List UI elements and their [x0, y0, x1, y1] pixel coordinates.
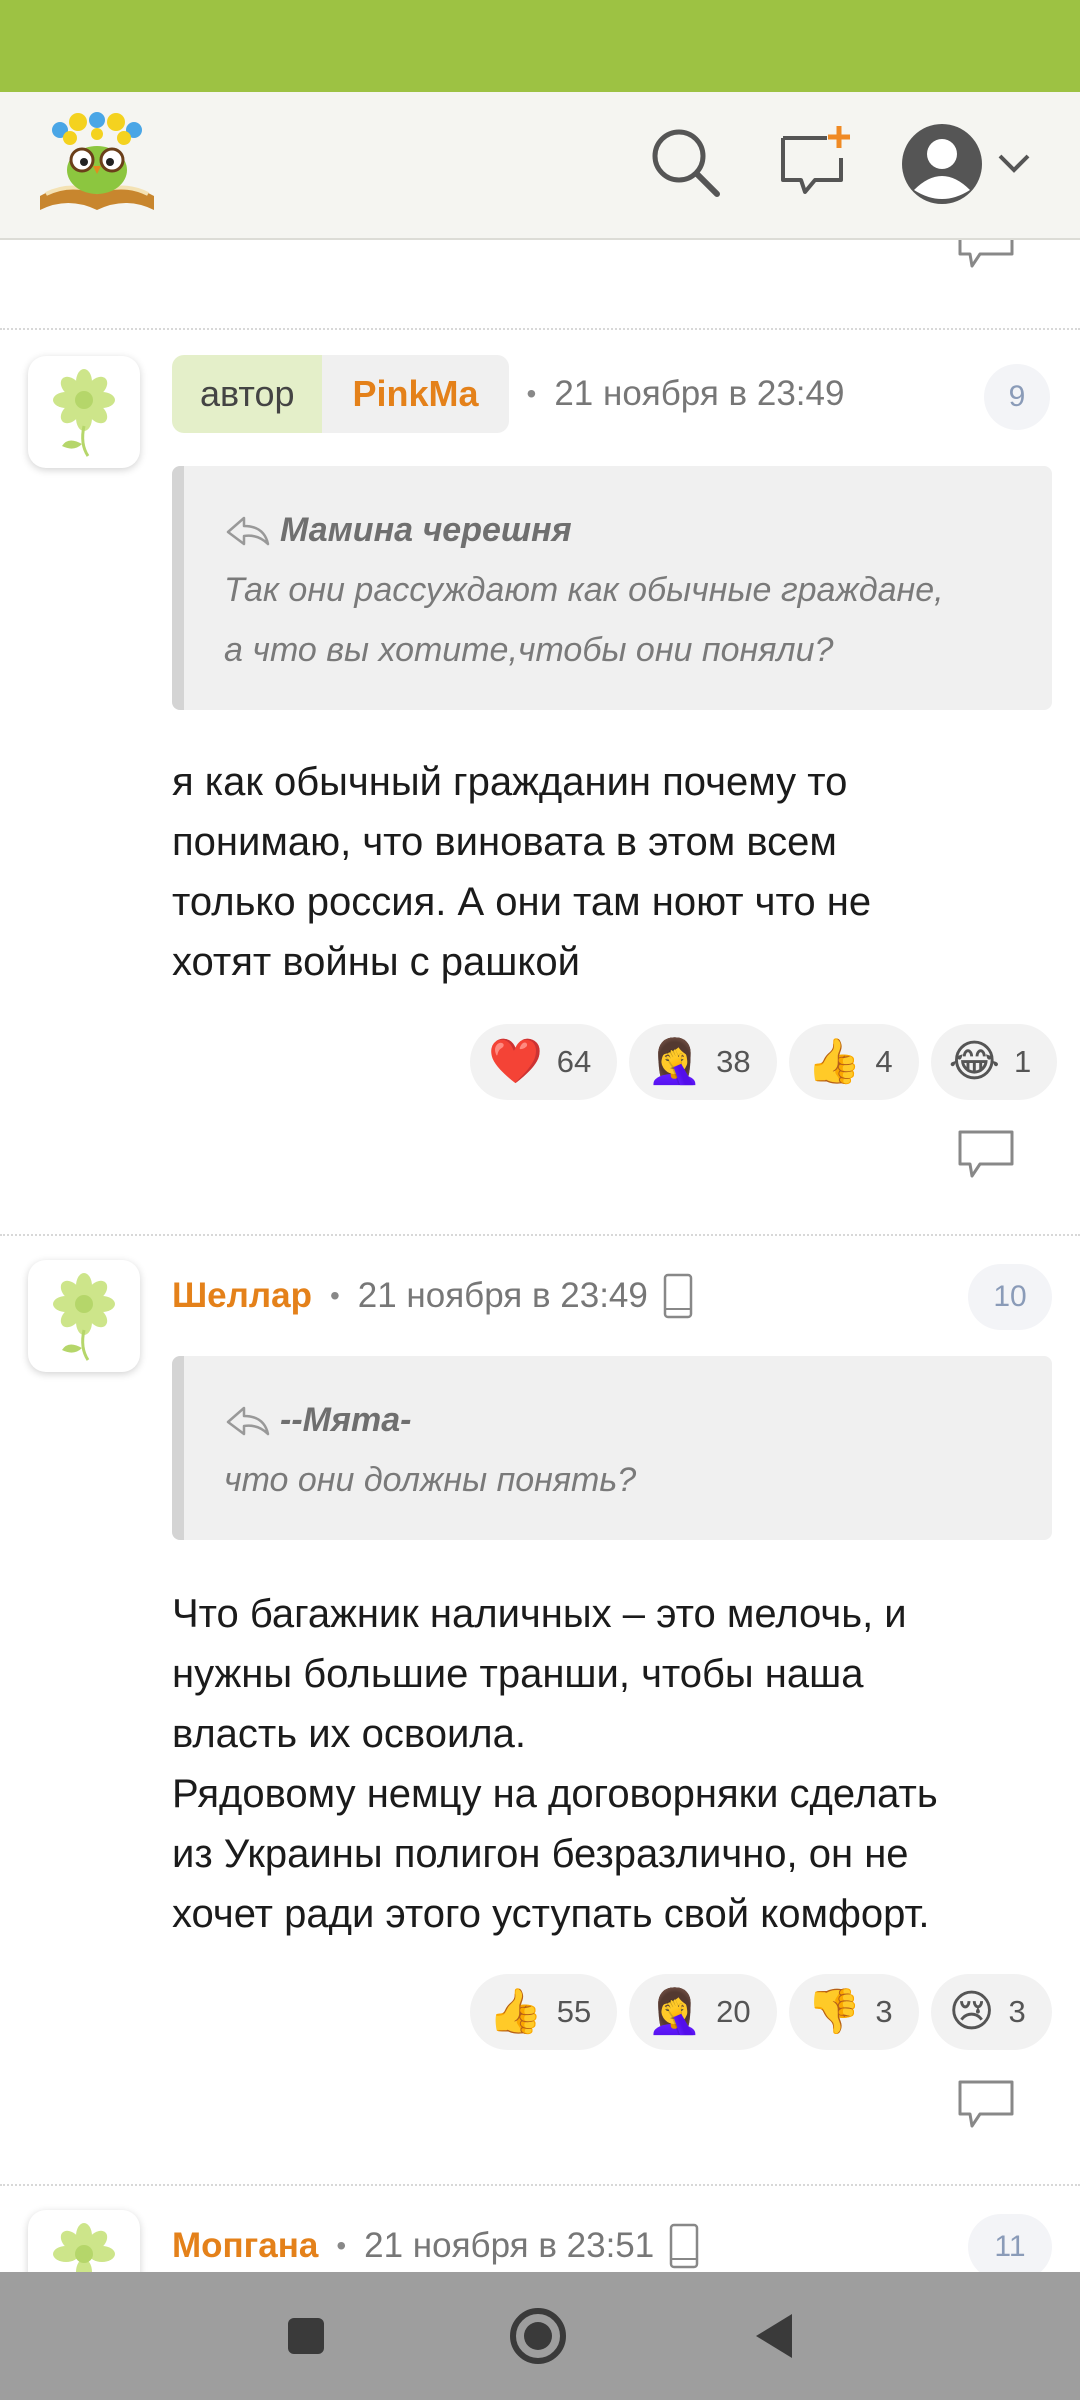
- comment-divider: [0, 2184, 1080, 2186]
- profile-avatar-icon: [902, 124, 982, 204]
- app-header: [0, 92, 1080, 240]
- comment-time: 21 ноября в 23:49: [554, 374, 845, 413]
- comment-line: из Украины полигон безразлично, он не: [172, 1832, 909, 1876]
- reaction-count: 1: [1014, 1044, 1032, 1079]
- reaction-thumbs-down[interactable]: 👎 3: [788, 1974, 919, 2050]
- back-triangle-icon[interactable]: [736, 2298, 812, 2374]
- home-circle-icon[interactable]: [500, 2298, 576, 2374]
- reaction-count: 20: [716, 1994, 751, 2029]
- user-avatar[interactable]: [28, 2210, 140, 2272]
- profile-menu-button[interactable]: [898, 116, 1078, 212]
- separator-dot: •: [336, 2230, 347, 2261]
- crying-emoji-icon: 😢: [948, 1987, 995, 2036]
- separator-dot: •: [526, 378, 537, 409]
- quote-block: --Мята- что они должны понять?: [172, 1356, 1052, 1540]
- username[interactable]: PinkMa: [322, 355, 509, 433]
- comment-divider: [0, 328, 1080, 330]
- reply-arrow-icon: [226, 516, 270, 546]
- mobile-device-icon: [670, 2223, 699, 2269]
- user-avatar[interactable]: [28, 356, 140, 468]
- heart-emoji-icon: ❤️: [488, 1037, 543, 1086]
- quote-author[interactable]: Мамина черешня: [280, 500, 572, 560]
- reply-icon[interactable]: [956, 240, 1016, 274]
- reactions-bar: ❤️ 64 🤦‍♀️ 38 👍 4 😂 1: [470, 1024, 1058, 1100]
- quote-line: что они должны понять?: [224, 1461, 637, 1499]
- reaction-heart[interactable]: ❤️ 64: [470, 1024, 618, 1100]
- quote-block: Мамина черешня Так они рассуждают как об…: [172, 466, 1052, 710]
- comment-meta: Шеллар • 21 ноября в 23:49: [172, 1258, 694, 1334]
- reaction-count: 55: [556, 1994, 592, 2029]
- search-icon[interactable]: [645, 122, 725, 202]
- quote-author-row: Мамина черешня: [224, 500, 1012, 560]
- mobile-device-icon: [663, 1273, 693, 1319]
- separator-dot: •: [329, 1280, 340, 1311]
- comment-line: только россия. А они там ноют что не: [172, 880, 872, 924]
- author-badge-label: автор: [172, 355, 323, 433]
- facepalm-emoji-icon: 🤦‍♀️: [647, 1037, 703, 1086]
- chevron-down-icon: [998, 154, 1030, 173]
- comment-meta: Мопгана • 21 ноября в 23:51: [172, 2208, 700, 2272]
- quote-author[interactable]: --Мята-: [280, 1390, 411, 1450]
- comments-feed[interactable]: автор PinkMa • 21 ноября в 23:49 9 Мамин…: [0, 240, 1080, 2272]
- comment-body: я как обычный гражданин почему то понима…: [172, 752, 1052, 992]
- reaction-facepalm[interactable]: 🤦‍♀️ 20: [629, 1974, 777, 2050]
- comment-line: Что багажник наличных – это мелочь, и: [172, 1592, 907, 1636]
- reaction-thumbs-up[interactable]: 👍 4: [788, 1024, 919, 1100]
- comment-line: хотят войны с рашкой: [172, 940, 580, 984]
- comment-number[interactable]: 11: [968, 2214, 1052, 2272]
- reaction-thumbs-up[interactable]: 👍 55: [470, 1974, 618, 2050]
- laugh-emoji-icon: 😂: [948, 1037, 1001, 1086]
- comment-line: я как обычный гражданин почему то: [172, 760, 848, 804]
- author-badge[interactable]: автор PinkMa: [172, 355, 509, 433]
- comment-line: хочет ради этого уступать свой комфорт.: [172, 1892, 930, 1936]
- comment-line: власть их освоила.: [172, 1712, 526, 1756]
- reaction-count: 38: [716, 1044, 751, 1079]
- quote-author-row: --Мята-: [224, 1390, 1012, 1450]
- comment-time: 21 ноября в 23:51: [364, 2226, 655, 2265]
- facepalm-emoji-icon: 🤦‍♀️: [647, 1987, 703, 2036]
- comment-number[interactable]: 10: [968, 1264, 1052, 1330]
- comment-line: понимаю, что виновата в этом всем: [172, 820, 837, 864]
- reply-arrow-icon: [226, 1406, 270, 1436]
- comment-meta: автор PinkMa • 21 ноября в 23:49: [172, 355, 845, 433]
- quote-line: а что вы хотите,чтобы они поняли?: [224, 631, 834, 669]
- thumbs-up-emoji-icon: 👍: [806, 1037, 862, 1086]
- reaction-laugh[interactable]: 😂 1: [930, 1024, 1058, 1100]
- thumbs-down-emoji-icon: 👎: [806, 1987, 862, 2036]
- user-avatar[interactable]: [28, 1260, 140, 1372]
- new-post-icon[interactable]: [775, 122, 855, 202]
- thumbs-up-emoji-icon: 👍: [488, 1987, 543, 2036]
- username[interactable]: Шеллар: [172, 1276, 312, 1316]
- reaction-crying[interactable]: 😢 3: [930, 1974, 1052, 2050]
- reaction-facepalm[interactable]: 🤦‍♀️ 38: [629, 1024, 777, 1100]
- status-bar: [0, 0, 1080, 92]
- comment-body: Что багажник наличных – это мелочь, и ну…: [172, 1584, 1052, 1944]
- comment-line: нужны большие транши, чтобы наша: [172, 1652, 864, 1696]
- reactions-bar: 👍 55 🤦‍♀️ 20 👎 3 😢 3: [470, 1974, 1052, 2050]
- reaction-count: 3: [1008, 1994, 1026, 2029]
- username[interactable]: Мопгана: [172, 2226, 318, 2266]
- comment-number[interactable]: 9: [984, 364, 1050, 430]
- recents-square-icon[interactable]: [268, 2298, 344, 2374]
- comment-line: Рядовому немцу на договорняки сделать: [172, 1772, 938, 1816]
- comment-time: 21 ноября в 23:49: [357, 1276, 648, 1315]
- reaction-count: 3: [875, 1994, 893, 2029]
- system-nav-bar: [0, 2272, 1080, 2400]
- owl-book-logo[interactable]: [32, 108, 162, 218]
- reply-icon[interactable]: [956, 2078, 1016, 2134]
- quote-line: Так они рассуждают как обычные граждане,: [224, 571, 944, 609]
- comment-divider: [0, 1234, 1080, 1236]
- reply-icon[interactable]: [956, 1128, 1016, 1184]
- reaction-count: 4: [875, 1044, 893, 1079]
- reaction-count: 64: [556, 1044, 592, 1079]
